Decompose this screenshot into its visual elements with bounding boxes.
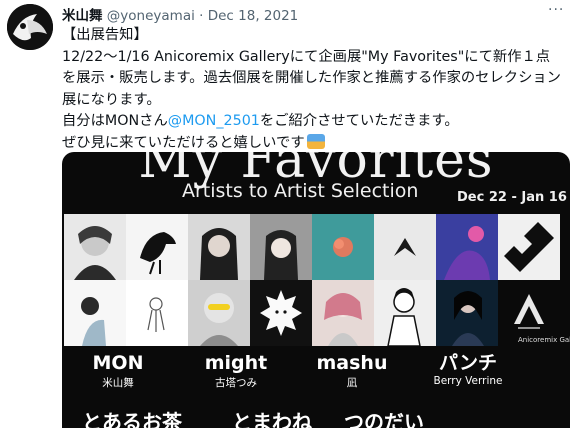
artwork-tile [312, 214, 374, 280]
artwork-tile [188, 214, 250, 280]
tweet-line-3-post: をご紹介させていただきます。 [259, 113, 459, 129]
poster-subtitle: Artists to Artist Selection [182, 180, 419, 202]
artwork-tile [312, 280, 374, 346]
artist-name-cutoff: とまわね [232, 410, 312, 428]
sunrise-emoji-icon [306, 133, 325, 149]
artist-might: might 古塔つみ [176, 352, 296, 390]
gallery-brand: Anicoremix Gallery [518, 336, 570, 344]
artwork-tile [374, 280, 436, 346]
tweet-line-4: ぜひ見に来ていただけると嬉しいです [62, 133, 562, 155]
artwork-tile [64, 280, 126, 346]
artwork-tile [436, 214, 498, 280]
artist-mon: MON 米山舞 [62, 352, 178, 390]
artwork-tile [374, 214, 436, 280]
artist-name: パンチ [439, 352, 497, 374]
tweet-line-2: 12/22～1/16 Anicoremix Galleryにて企画展"My Fa… [62, 48, 561, 108]
handle[interactable]: @yoneyamai [107, 8, 195, 24]
separator: · [199, 8, 204, 24]
artist-name: MON [92, 352, 144, 374]
artist-sub: 米山舞 [102, 377, 134, 389]
artist-name: might [204, 352, 268, 374]
artist-sub: 古塔つみ [215, 377, 257, 389]
mention-link[interactable]: @MON_2501 [168, 113, 260, 129]
tweet-line-3-pre: 自分はMONさん [62, 113, 168, 129]
artwork-tile [250, 214, 312, 280]
artwork-tile [250, 280, 312, 346]
artist-name-cutoff: とあるお茶 [82, 410, 182, 428]
poster-dates: Dec 22 - Jan 16 [457, 190, 567, 205]
tweet-line-1: 【出展告知】 [62, 27, 148, 43]
artist-sub: Berry Verrine [433, 375, 503, 387]
artist-name-cutoff: つのだい [344, 410, 424, 428]
artwork-tile [436, 280, 498, 346]
artwork-tile [126, 214, 188, 280]
tweet-header: 米山舞 @yoneyamai · Dec 18, 2021 [62, 4, 298, 24]
display-name[interactable]: 米山舞 [62, 8, 103, 24]
tweet-date[interactable]: Dec 18, 2021 [208, 8, 299, 24]
artist-punch: パンチ Berry Verrine [408, 352, 528, 387]
tweet-text: 【出展告知】 12/22～1/16 Anicoremix Galleryにて企画… [62, 25, 562, 154]
artwork-tile [188, 280, 250, 346]
artist-name: mashu [316, 352, 388, 374]
artwork-tile [498, 214, 560, 280]
tweet-line-4-text: ぜひ見に来ていただけると嬉しいです [62, 134, 305, 151]
avatar[interactable] [7, 4, 53, 50]
more-options-icon[interactable]: ··· [548, 2, 564, 18]
tweet-line-3: 自分はMONさん@MON_2501をご紹介させていただきます。 [62, 111, 562, 133]
artist-sub: 凪 [346, 377, 358, 389]
artist-mashu: mashu 凪 [292, 352, 412, 390]
artwork-tile [126, 280, 188, 346]
artwork-tile [64, 214, 126, 280]
poster-image[interactable]: My Favorites Artists to Artist Selection… [62, 152, 570, 428]
